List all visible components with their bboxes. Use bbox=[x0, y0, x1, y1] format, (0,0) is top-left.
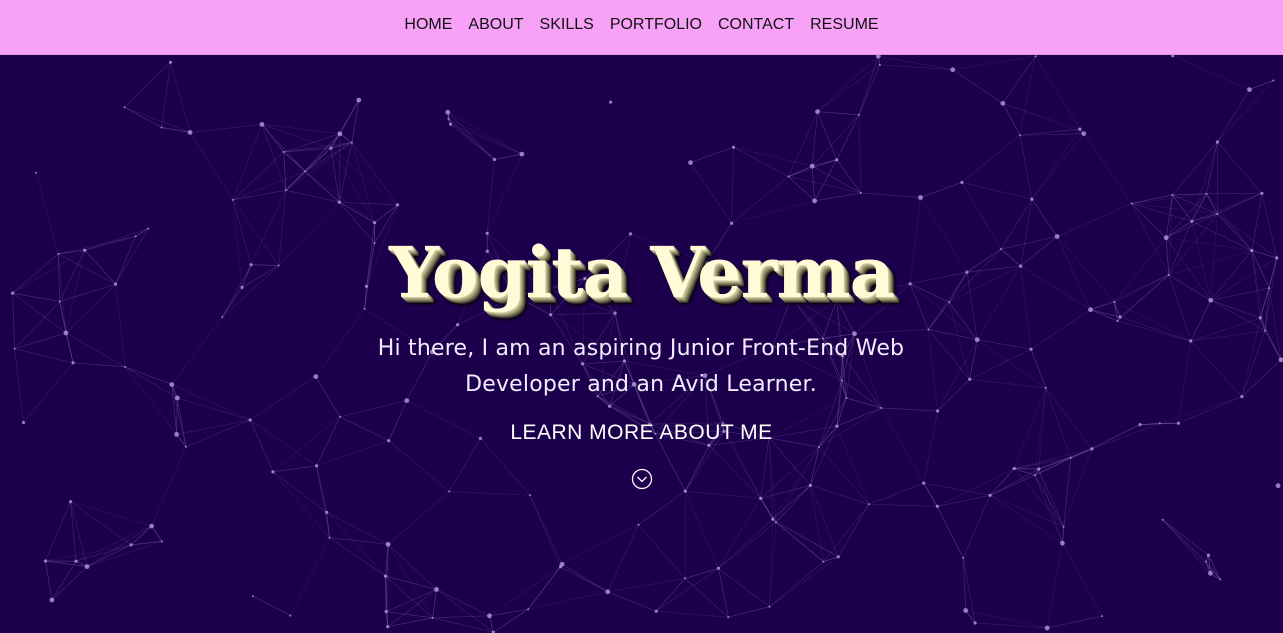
chevron-down-circle-icon[interactable] bbox=[631, 468, 653, 490]
nav-contact-link[interactable]: CONTACT bbox=[718, 16, 794, 34]
hero-title: Yogita Verma bbox=[389, 231, 895, 314]
learn-more-link[interactable]: LEARN MORE ABOUT ME bbox=[0, 421, 1283, 445]
hero-subtitle: Hi there, I am an aspiring Junior Front-… bbox=[377, 336, 905, 397]
nav-resume-link[interactable]: RESUME bbox=[810, 16, 878, 34]
nav-about-link[interactable]: ABOUT bbox=[468, 16, 523, 34]
top-navbar: HOME ABOUT SKILLS PORTFOLIO CONTACT RESU… bbox=[0, 0, 1283, 55]
nav-skills-link[interactable]: SKILLS bbox=[540, 16, 594, 34]
nav-home-link[interactable]: HOME bbox=[404, 16, 452, 34]
nav-portfolio-link[interactable]: PORTFOLIO bbox=[610, 16, 702, 34]
hero-section: Yogita Verma Hi there, I am an aspiring … bbox=[0, 55, 1283, 633]
